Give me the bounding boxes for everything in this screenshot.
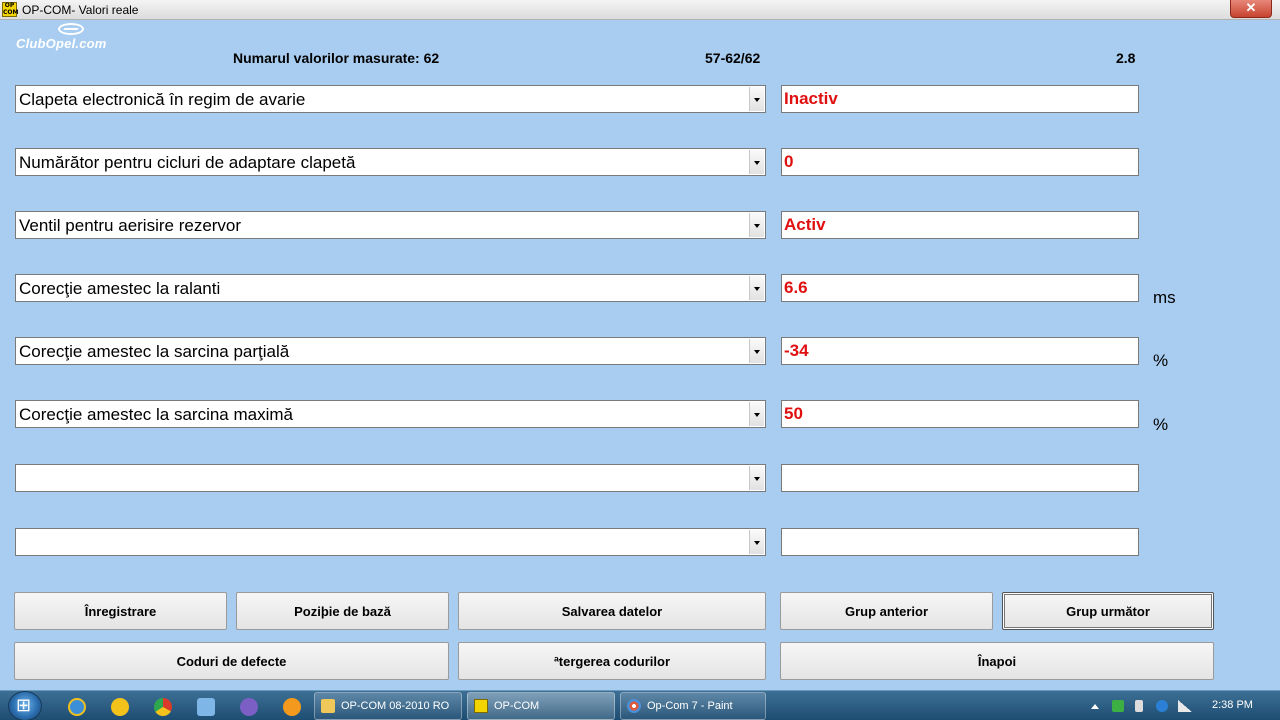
chevron-down-icon[interactable]: [749, 466, 764, 490]
chevron-down-icon[interactable]: [749, 402, 764, 426]
parameter-unit-4: ms: [1153, 288, 1176, 307]
parameter-select-8[interactable]: [15, 528, 766, 556]
tray-bluetooth-icon[interactable]: [1156, 700, 1168, 712]
tray-battery-icon[interactable]: [1135, 700, 1143, 712]
chevron-down-icon[interactable]: [749, 276, 764, 300]
parameter-select-5[interactable]: Corecţie amestec la sarcina parţială: [15, 337, 766, 365]
parameter-value-2: 0: [781, 148, 1139, 176]
chrome-icon[interactable]: [154, 698, 172, 716]
task-opcom[interactable]: OP-COM: [467, 692, 615, 720]
parameter-select-1[interactable]: Clapeta electronică în regim de avarie: [15, 85, 766, 113]
viber-icon[interactable]: [240, 698, 258, 716]
taskbar-clock[interactable]: 2:38 PM: [1212, 699, 1253, 711]
values-range: 57-62/62: [705, 50, 761, 66]
opcom-app-icon: [474, 699, 488, 713]
folder-icon: [321, 699, 335, 713]
chevron-down-icon[interactable]: [749, 213, 764, 237]
paint-icon: [627, 699, 641, 713]
fault-codes-button[interactable]: Coduri de defecte: [14, 642, 449, 680]
clear-codes-button[interactable]: ªtergerea codurilor: [458, 642, 766, 680]
parameter-select-7[interactable]: [15, 464, 766, 492]
taskbar: OP-COM 08-2010 RO OP-COM Op-Com 7 - Pain…: [0, 690, 1280, 720]
internet-explorer-icon[interactable]: [68, 698, 86, 716]
start-button[interactable]: [8, 691, 42, 720]
chat-icon[interactable]: [197, 698, 215, 716]
parameter-unit-6: %: [1153, 415, 1169, 434]
parameter-select-3[interactable]: Ventil pentru aerisire rezervor: [15, 211, 766, 239]
close-button[interactable]: ✕: [1230, 0, 1272, 18]
chevron-down-icon[interactable]: [749, 530, 764, 554]
parameter-select-6[interactable]: Corecţie amestec la sarcina maximă: [15, 400, 766, 428]
task-opcom-folder[interactable]: OP-COM 08-2010 RO: [314, 692, 462, 720]
task-paint[interactable]: Op-Com 7 - Paint: [620, 692, 766, 720]
tray-chevron-up-icon[interactable]: [1091, 703, 1099, 709]
title-bar: OP COM OP-COM- Valori reale ✕: [0, 0, 1280, 20]
parameter-value-3: Activ: [781, 211, 1139, 239]
parameter-value-8: [781, 528, 1139, 556]
previous-group-button[interactable]: Grup anterior: [780, 592, 993, 630]
parameter-value-1: Inactiv: [781, 85, 1139, 113]
parameter-unit-5: %: [1153, 351, 1169, 370]
parameter-value-7: [781, 464, 1139, 492]
messenger-smiley-icon[interactable]: [111, 698, 129, 716]
version-number: 2.8: [1116, 50, 1136, 66]
next-group-button[interactable]: Grup următor: [1002, 592, 1214, 630]
chevron-down-icon[interactable]: [749, 87, 764, 111]
back-button[interactable]: Înapoi: [780, 642, 1214, 680]
record-button[interactable]: Înregistrare: [14, 592, 227, 630]
opcom-app-icon: OP COM: [2, 2, 19, 17]
tray-security-icon[interactable]: [1112, 700, 1124, 712]
chevron-down-icon[interactable]: [749, 339, 764, 363]
parameter-select-2[interactable]: Numărător pentru cicluri de adaptare cla…: [15, 148, 766, 176]
tray-signal-icon[interactable]: [1178, 700, 1192, 712]
opel-logo-icon: [58, 23, 84, 35]
close-icon: ✕: [1245, 0, 1257, 15]
clubopel-logo: ClubOpel.com: [16, 36, 107, 51]
parameter-value-4: 6.6: [781, 274, 1139, 302]
firefox-icon[interactable]: [283, 698, 301, 716]
save-data-button[interactable]: Salvarea datelor: [458, 592, 766, 630]
chevron-down-icon[interactable]: [749, 150, 764, 174]
window-title: OP-COM- Valori reale: [22, 3, 139, 17]
base-position-button[interactable]: Poziþie de bază: [236, 592, 449, 630]
parameter-value-6: 50: [781, 400, 1139, 428]
parameter-select-4[interactable]: Corecţie amestec la ralanti: [15, 274, 766, 302]
parameter-value-5: -34: [781, 337, 1139, 365]
measured-values-count: Numarul valorilor masurate: 62: [233, 50, 440, 66]
